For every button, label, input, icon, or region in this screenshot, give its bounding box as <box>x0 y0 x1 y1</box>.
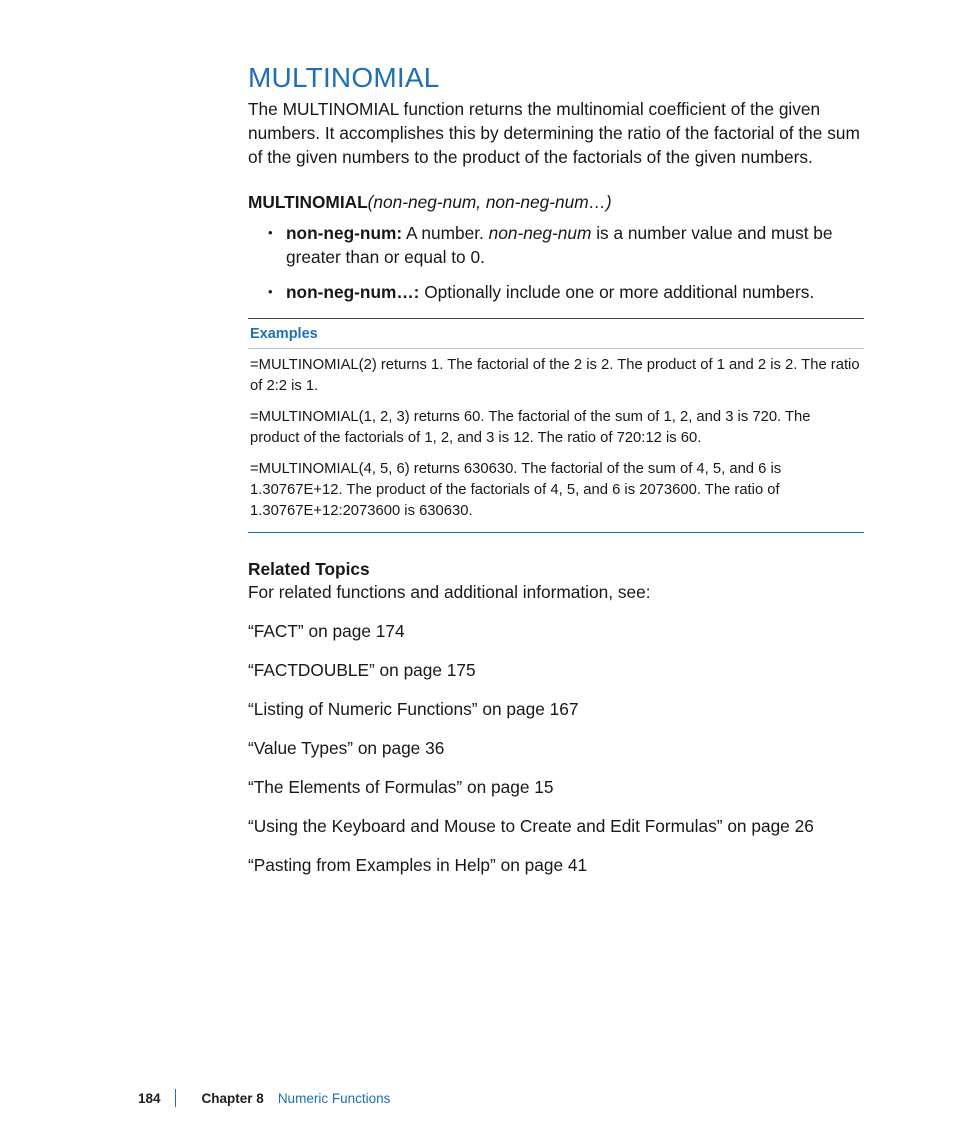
chapter-name: Numeric Functions <box>278 1091 391 1106</box>
syntax-name: MULTINOMIAL <box>248 192 368 212</box>
function-description: The MULTINOMIAL function returns the mul… <box>248 98 864 170</box>
parameter-list: non-neg-num: A number. non-neg-num is a … <box>248 221 864 305</box>
related-topic-link[interactable]: “Value Types” on page 36 <box>248 738 864 759</box>
related-topic-link[interactable]: “Using the Keyboard and Mouse to Create … <box>248 816 864 837</box>
document-page: MULTINOMIAL The MULTINOMIAL function ret… <box>0 0 954 1145</box>
related-topics-intro: For related functions and additional inf… <box>248 582 864 603</box>
page-footer: 184 Chapter 8 Numeric Functions <box>0 1089 954 1107</box>
parameter-text: A number. <box>402 223 488 243</box>
parameter-item: non-neg-num: A number. non-neg-num is a … <box>268 221 864 270</box>
related-topic-link[interactable]: “The Elements of Formulas” on page 15 <box>248 777 864 798</box>
footer-separator <box>175 1089 176 1107</box>
parameter-text: Optionally include one or more additiona… <box>419 282 814 302</box>
related-topics-list: “FACT” on page 174 “FACTDOUBLE” on page … <box>248 621 864 876</box>
related-topics-heading: Related Topics <box>248 559 864 580</box>
parameter-name: non-neg-num…: <box>286 282 419 302</box>
related-topic-link[interactable]: “Pasting from Examples in Help” on page … <box>248 855 864 876</box>
examples-table: Examples =MULTINOMIAL(2) returns 1. The … <box>248 318 864 533</box>
related-topic-link[interactable]: “FACT” on page 174 <box>248 621 864 642</box>
examples-header: Examples <box>248 319 864 349</box>
related-topic-link[interactable]: “FACTDOUBLE” on page 175 <box>248 660 864 681</box>
parameter-ital: non-neg-num <box>489 223 592 243</box>
parameter-name: non-neg-num: <box>286 223 402 243</box>
function-title: MULTINOMIAL <box>248 62 864 94</box>
syntax-args: (non-neg-num, non-neg-num…) <box>368 192 612 212</box>
function-syntax: MULTINOMIAL(non-neg-num, non-neg-num…) <box>248 192 864 213</box>
page-number: 184 <box>138 1091 161 1106</box>
example-row: =MULTINOMIAL(4, 5, 6) returns 630630. Th… <box>248 453 864 533</box>
chapter-label: Chapter 8 <box>202 1091 264 1106</box>
related-topic-link[interactable]: “Listing of Numeric Functions” on page 1… <box>248 699 864 720</box>
parameter-item: non-neg-num…: Optionally include one or … <box>268 280 864 305</box>
example-row: =MULTINOMIAL(1, 2, 3) returns 60. The fa… <box>248 401 864 453</box>
example-row: =MULTINOMIAL(2) returns 1. The factorial… <box>248 349 864 402</box>
